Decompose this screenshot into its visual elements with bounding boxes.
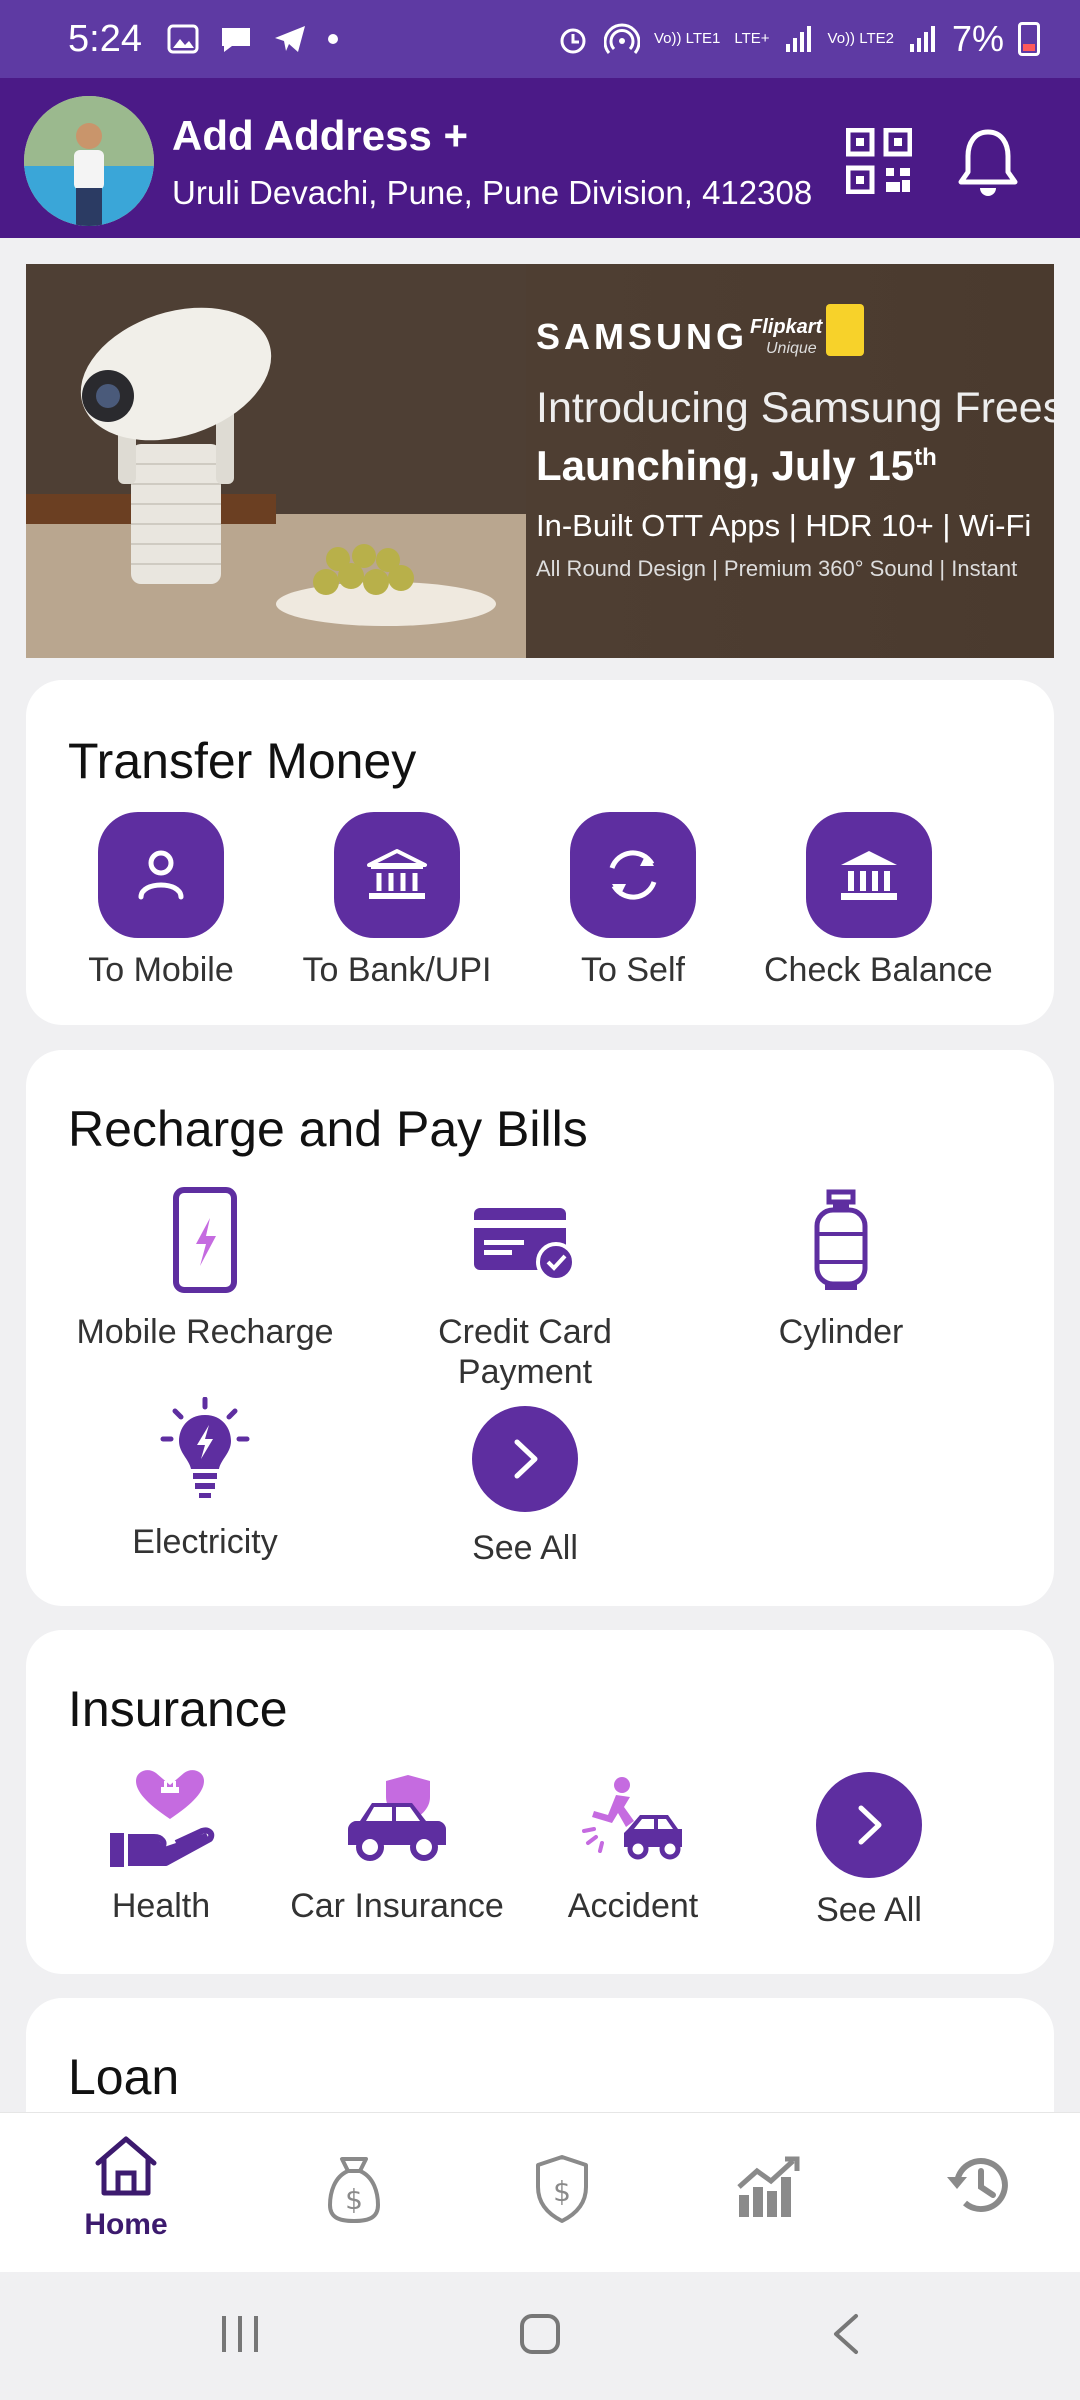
section-title: Insurance xyxy=(68,1681,288,1737)
section-title: Transfer Money xyxy=(68,733,417,789)
cylinder-button[interactable]: Cylinder xyxy=(706,1180,976,1352)
banner-partner: Flipkart xyxy=(750,316,823,338)
current-address[interactable]: Uruli Devachi, Pune, Pune Division, 4123… xyxy=(172,174,812,212)
recharge-see-all-button[interactable]: See All xyxy=(390,1400,660,1568)
flipkart-logo-icon xyxy=(826,304,864,356)
alarm-icon xyxy=(560,28,586,54)
chart-icon xyxy=(737,2156,800,2217)
network-label: LTE+ xyxy=(734,30,770,47)
home-icon xyxy=(95,2136,157,2196)
tile-label: Health xyxy=(111,1887,211,1925)
mobile-recharge-button[interactable]: Mobile Recharge xyxy=(70,1180,340,1352)
money-bag-icon: $ xyxy=(328,2157,380,2223)
health-insurance-button[interactable]: Health xyxy=(56,1764,266,1926)
car-insurance-icon xyxy=(348,1775,446,1861)
gallery-icon xyxy=(167,24,199,54)
credit-card-payment-button[interactable]: Credit Card Payment xyxy=(390,1180,660,1392)
banner-partner-tag: Unique xyxy=(766,340,817,357)
sim2-label: Vo)) LTE2 xyxy=(827,30,894,47)
electricity-button[interactable]: Electricity xyxy=(70,1390,340,1562)
tile-label: Credit Card Payment xyxy=(438,1313,612,1391)
add-address-link[interactable]: Add Address + xyxy=(172,112,468,160)
svg-text:$: $ xyxy=(553,2175,571,2208)
qr-code-icon[interactable] xyxy=(846,128,912,194)
chevron-right-icon xyxy=(858,1805,882,1845)
back-icon[interactable] xyxy=(826,2312,866,2356)
battery-icon xyxy=(1018,22,1040,56)
notification-bell-icon[interactable] xyxy=(956,126,1020,198)
home-button-icon[interactable] xyxy=(518,2312,562,2356)
status-time: 5:24 xyxy=(68,17,142,60)
promo-banner[interactable]: SAMSUNG Flipkart Unique Introducing Sams… xyxy=(26,264,1054,658)
to-self-button[interactable]: To Self xyxy=(528,812,738,990)
recent-apps-icon[interactable] xyxy=(218,2312,262,2356)
mobile-recharge-icon xyxy=(173,1187,237,1293)
nav-home[interactable]: Home xyxy=(56,2133,196,2242)
tile-label: To Self xyxy=(581,951,685,989)
cylinder-icon xyxy=(814,1189,868,1290)
banner-details: All Round Design | Premium 360° Sound | … xyxy=(536,556,1018,581)
transfer-money-card: Transfer Money To Mobile To Bank/UPI To … xyxy=(26,680,1054,1025)
to-bank-upi-button[interactable]: To Bank/UPI xyxy=(292,812,502,990)
insurance-card: Insurance Health Car Insurance Accident … xyxy=(26,1630,1054,1974)
history-icon xyxy=(947,2158,1008,2212)
health-icon xyxy=(110,1770,215,1867)
tile-label: See All xyxy=(472,1529,578,1567)
tile-label: Cylinder xyxy=(778,1313,904,1351)
telegram-icon xyxy=(274,26,305,52)
tile-label: To Mobile xyxy=(88,951,234,989)
bulb-icon xyxy=(160,1397,250,1498)
recharge-bills-card: Recharge and Pay Bills Mobile Recharge C… xyxy=(26,1050,1054,1606)
bottom-navigation: Home $ $ xyxy=(0,2112,1080,2272)
tile-label: Car Insurance xyxy=(290,1887,504,1925)
tile-label: See All xyxy=(816,1891,922,1929)
bank-icon xyxy=(367,849,427,899)
dot-icon xyxy=(327,34,338,44)
status-bar: 5:24 Vo)) LTE1 LTE+ Vo)) LTE2 7% xyxy=(0,0,1080,78)
nav-wealth[interactable] xyxy=(700,2153,840,2224)
bank-icon xyxy=(841,851,897,900)
accident-insurance-button[interactable]: Accident xyxy=(528,1764,738,1926)
signal-icon xyxy=(909,26,935,52)
projector-image xyxy=(26,264,526,658)
tile-label: Mobile Recharge xyxy=(76,1313,334,1351)
banner-launch: Launching, July 15th xyxy=(536,442,937,489)
banner-features: In-Built OTT Apps | HDR 10+ | Wi-Fi xyxy=(536,508,1032,543)
chevron-right-icon xyxy=(514,1439,538,1479)
to-mobile-button[interactable]: To Mobile xyxy=(56,812,266,990)
banner-brand: SAMSUNG xyxy=(536,316,749,357)
sim1-label: Vo)) LTE1 xyxy=(653,30,721,47)
nav-loans[interactable]: $ xyxy=(284,2153,424,2230)
hotspot-icon xyxy=(603,23,640,54)
person-icon xyxy=(138,850,184,900)
system-navigation-bar xyxy=(0,2272,1080,2400)
shield-dollar-icon: $ xyxy=(536,2155,588,2223)
app-header: Add Address + Uruli Devachi, Pune, Pune … xyxy=(0,78,1080,238)
accident-icon xyxy=(582,1777,682,1860)
nav-insurance[interactable]: $ xyxy=(492,2153,632,2230)
section-title: Loan xyxy=(68,2049,180,2105)
nav-history[interactable] xyxy=(908,2153,1048,2224)
battery-percent: 7% xyxy=(951,18,1004,59)
avatar[interactable] xyxy=(24,96,154,226)
banner-headline: Introducing Samsung Freestyle xyxy=(536,384,1054,432)
section-title: Recharge and Pay Bills xyxy=(68,1101,588,1157)
tile-label: To Bank/UPI xyxy=(302,951,492,989)
tile-label: Electricity xyxy=(132,1523,278,1561)
car-insurance-button[interactable]: Car Insurance xyxy=(282,1764,512,1926)
svg-text:$: $ xyxy=(345,2183,363,2216)
nav-label: Home xyxy=(84,2208,168,2241)
tile-label: Check Balance xyxy=(764,951,993,989)
chat-icon xyxy=(221,28,250,52)
check-balance-button[interactable]: Check Balance xyxy=(764,812,993,990)
refresh-icon xyxy=(609,850,657,900)
signal-icon xyxy=(785,26,811,52)
tile-label: Accident xyxy=(567,1887,699,1925)
insurance-see-all-button[interactable]: See All xyxy=(764,1772,974,1930)
credit-card-icon xyxy=(474,1208,576,1280)
